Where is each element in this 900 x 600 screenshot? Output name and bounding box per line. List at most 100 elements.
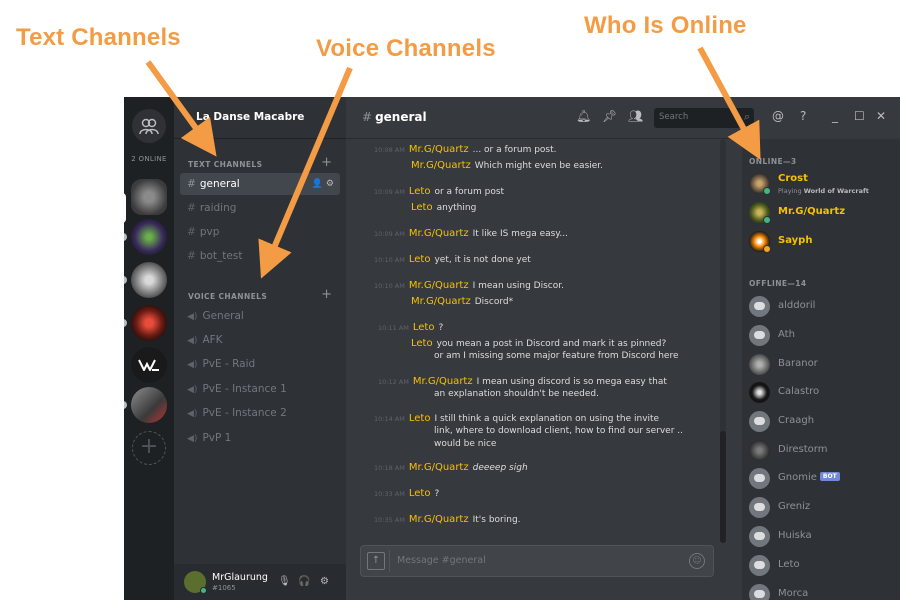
member-name: Greniz bbox=[778, 501, 811, 512]
message-text: link, where to download client, how to f… bbox=[434, 426, 683, 436]
avatar bbox=[749, 296, 770, 317]
server-icon[interactable] bbox=[131, 305, 167, 341]
server-icon[interactable] bbox=[131, 262, 167, 298]
upload-icon[interactable]: ↑ bbox=[367, 552, 385, 570]
member-item[interactable]: Gnomie BOT bbox=[749, 466, 897, 492]
add-text-channel-icon[interactable]: + bbox=[321, 155, 332, 170]
member-item[interactable]: Direstorm bbox=[749, 438, 897, 464]
message: 10:09 AM Leto or a forum post bbox=[374, 186, 504, 197]
member-name: Gnomie BOT bbox=[778, 472, 840, 483]
member-item[interactable]: Baranor bbox=[749, 352, 897, 378]
message-author[interactable]: Mr.G/Quartz bbox=[409, 462, 469, 473]
gear-icon[interactable]: ⚙ bbox=[326, 179, 334, 189]
unread-indicator bbox=[124, 319, 127, 327]
message-author[interactable]: Mr.G/Quartz bbox=[409, 144, 469, 155]
message-text: anything bbox=[436, 203, 477, 213]
status-online-indicator bbox=[763, 187, 771, 195]
composer-divider bbox=[389, 550, 390, 572]
message: 10:09 AM Mr.G/Quartz It like IS mega easy.… bbox=[374, 228, 568, 239]
pin-icon[interactable]: 📌︎ bbox=[602, 109, 617, 123]
mention-icon[interactable]: @ bbox=[772, 109, 784, 123]
channel-name: PvE - Instance 1 bbox=[202, 383, 287, 395]
add-voice-channel-icon[interactable]: + bbox=[321, 287, 332, 302]
message: Leto anything bbox=[411, 202, 476, 213]
message-text: or a forum post bbox=[434, 187, 505, 197]
voice-channel-pve-instance-2[interactable]: ◀) PvE - Instance 2 bbox=[180, 402, 340, 424]
server-icon-active[interactable] bbox=[131, 179, 167, 215]
message-author[interactable]: Mr.G/Quartz bbox=[413, 376, 473, 387]
member-name: alddoril bbox=[778, 300, 816, 311]
scrollbar-thumb[interactable] bbox=[720, 431, 726, 543]
message-author[interactable]: Mr.G/Quartz bbox=[409, 228, 469, 239]
active-server-indicator bbox=[124, 193, 126, 223]
message-author[interactable]: Leto bbox=[409, 488, 431, 499]
online-count: 2 ONLINE bbox=[131, 155, 167, 163]
message-author[interactable]: Mr.G/Quartz bbox=[411, 296, 471, 307]
server-icon[interactable] bbox=[131, 387, 167, 423]
member-item[interactable]: Morca bbox=[749, 582, 897, 600]
message-author[interactable]: Leto bbox=[409, 413, 431, 424]
message-author[interactable]: Leto bbox=[409, 254, 431, 265]
bell-icon[interactable]: 🔔︎ bbox=[576, 109, 591, 123]
message-author[interactable]: Mr.G/Quartz bbox=[409, 514, 469, 525]
emoji-icon[interactable]: ☺ bbox=[689, 553, 705, 569]
member-item[interactable]: Greniz bbox=[749, 495, 897, 521]
help-icon[interactable]: ? bbox=[800, 109, 806, 123]
message-text: yet, it is not done yet bbox=[434, 255, 531, 265]
member-item[interactable]: Crost Playing World of Warcraft bbox=[749, 171, 897, 197]
message: Mr.G/Quartz Discord* bbox=[411, 296, 513, 307]
maximize-icon[interactable]: ☐ bbox=[854, 109, 865, 123]
headphones-icon[interactable]: 🎧 bbox=[298, 576, 310, 587]
members-icon[interactable]: 👥︎ bbox=[628, 109, 643, 123]
message-author[interactable]: Leto bbox=[411, 202, 433, 213]
server-icon[interactable] bbox=[131, 347, 167, 383]
message-author[interactable]: Leto bbox=[411, 338, 433, 349]
message-text: would be nice bbox=[434, 439, 497, 449]
voice-channel-pvp-1[interactable]: ◀) PvP 1 bbox=[180, 427, 340, 449]
voice-channel-pve-instance-1[interactable]: ◀) PvE - Instance 1 bbox=[180, 378, 340, 400]
server-icon[interactable] bbox=[131, 219, 167, 255]
username: MrGlaurung bbox=[212, 572, 268, 583]
voice-channel-general[interactable]: ◀) General bbox=[180, 305, 340, 327]
member-item[interactable]: Craagh bbox=[749, 409, 897, 435]
invite-icon[interactable]: 👤 bbox=[312, 179, 323, 189]
channel-bot-test[interactable]: # bot_test bbox=[180, 245, 340, 267]
message-input-placeholder[interactable]: Message #general bbox=[397, 555, 486, 566]
message-text: ? bbox=[438, 323, 444, 333]
add-server-button[interactable]: + bbox=[132, 431, 166, 465]
message-author[interactable]: Leto bbox=[409, 186, 431, 197]
member-item[interactable]: Sayph bbox=[749, 229, 897, 255]
minimize-icon[interactable]: _ bbox=[832, 109, 838, 123]
message: link, where to download client, how to f… bbox=[434, 426, 683, 436]
member-item[interactable]: Ath bbox=[749, 323, 897, 349]
member-item[interactable]: Leto bbox=[749, 553, 897, 579]
speaker-icon: ◀) bbox=[187, 409, 198, 419]
microphone-icon[interactable]: 🎙 bbox=[278, 576, 291, 587]
message-text: Discord* bbox=[474, 297, 514, 307]
message-author[interactable]: Mr.G/Quartz bbox=[411, 160, 471, 171]
voice-channel-pve-raid[interactable]: ◀) PvE - Raid bbox=[180, 353, 340, 375]
channel-raiding[interactable]: # raiding bbox=[180, 197, 340, 219]
search-placeholder: Search bbox=[659, 112, 689, 122]
message-text: or am I missing some major feature from … bbox=[434, 351, 679, 361]
avatar bbox=[749, 354, 770, 375]
message-text: deeeep sigh bbox=[472, 463, 528, 473]
member-item[interactable]: alddoril bbox=[749, 294, 897, 320]
friends-icon[interactable] bbox=[132, 109, 166, 143]
message-composer[interactable]: ↑ Message #general ☺ bbox=[360, 545, 714, 577]
message-author[interactable]: Mr.G/Quartz bbox=[409, 280, 469, 291]
voice-channel-afk[interactable]: ◀) AFK bbox=[180, 329, 340, 351]
member-item[interactable]: Calastro bbox=[749, 380, 897, 406]
channel-pvp[interactable]: # pvp bbox=[180, 221, 340, 243]
search-input[interactable]: Search ⌕ bbox=[654, 108, 754, 128]
member-item[interactable]: Mr.G/Quartz bbox=[749, 200, 897, 226]
gear-icon[interactable]: ⚙ bbox=[320, 576, 329, 587]
channel-general[interactable]: # general 👤 ⚙ bbox=[180, 173, 340, 195]
voice-channels-category[interactable]: VOICE CHANNELS bbox=[188, 292, 267, 301]
close-icon[interactable]: ✕ bbox=[876, 109, 886, 123]
text-channels-category[interactable]: TEXT CHANNELS bbox=[188, 160, 262, 169]
guild-header[interactable]: La Danse Macabre bbox=[174, 97, 346, 139]
message-author[interactable]: Leto bbox=[413, 322, 435, 333]
member-item[interactable]: Huiska bbox=[749, 524, 897, 550]
search-icon[interactable]: ⌕ bbox=[744, 110, 750, 124]
